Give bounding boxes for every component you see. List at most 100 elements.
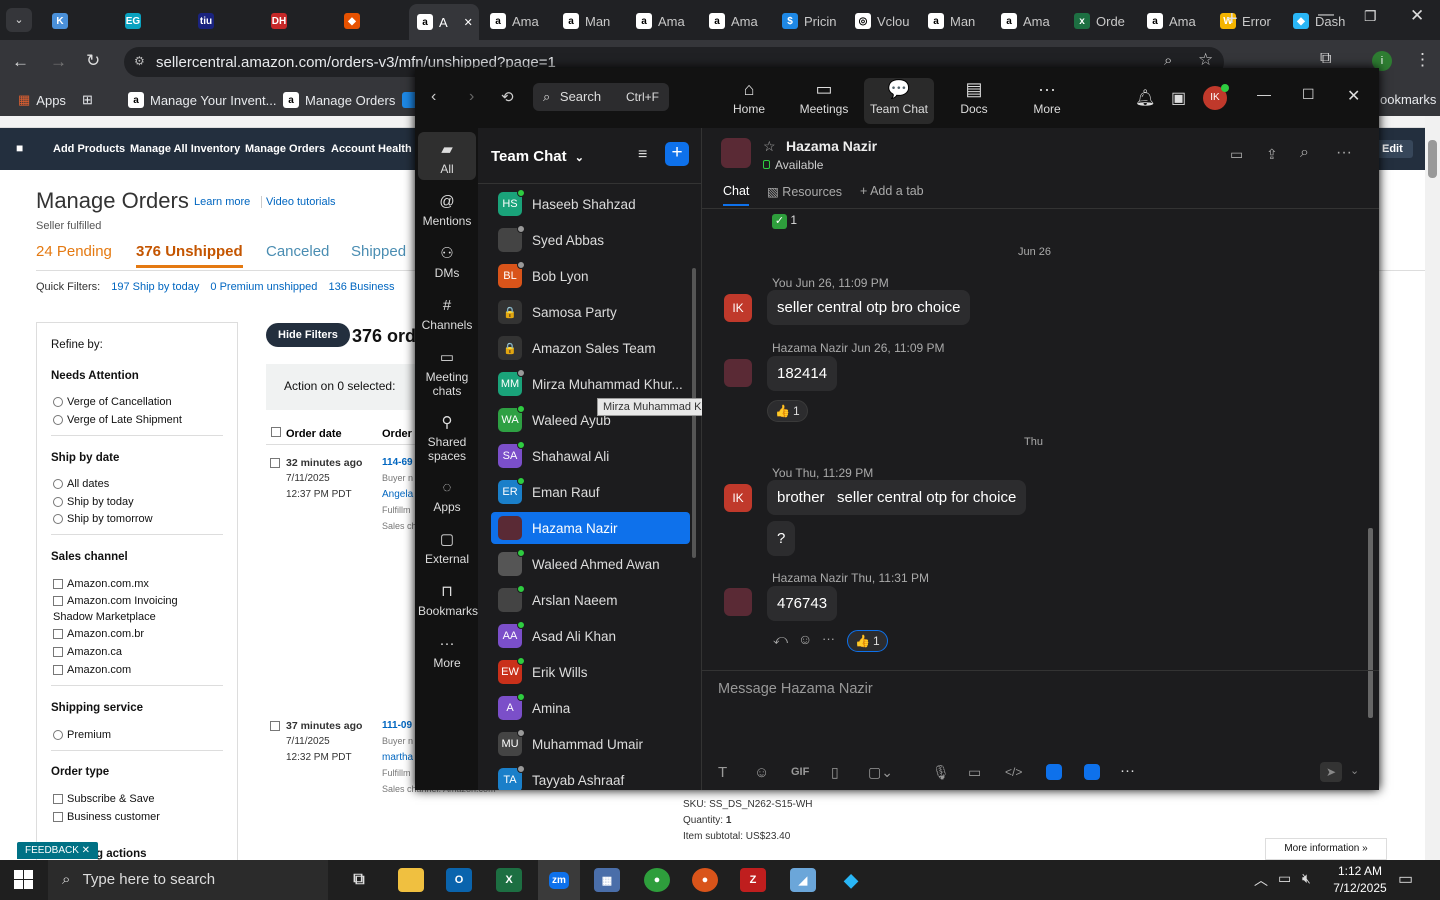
rail-meeting-chats[interactable]: ▭ Meeting chats: [418, 348, 476, 398]
contact-item[interactable]: TA Tayyab Ashraaf: [491, 764, 690, 790]
team-chat-dropdown[interactable]: Team Chat ⌄: [491, 148, 584, 165]
taskbar-search-box[interactable]: ⌕ Type here to search: [48, 860, 328, 900]
add-reaction-icon[interactable]: ☺: [798, 631, 812, 647]
nav-add-products[interactable]: Add Products: [53, 143, 125, 155]
contact-item[interactable]: Arslan Naeem: [491, 584, 690, 616]
message-bubble[interactable]: ?: [767, 521, 796, 556]
gif-button[interactable]: GIF: [791, 766, 809, 778]
feedback-button[interactable]: FEEDBACK ✕: [17, 842, 99, 859]
option-amazon-br[interactable]: Amazon.com.br: [53, 628, 144, 640]
all-bookmarks[interactable]: ookmarks: [1380, 92, 1436, 107]
rail-all[interactable]: ▰ All: [418, 132, 476, 180]
message-more-icon[interactable]: ···: [822, 631, 835, 646]
emoji-icon[interactable]: ☺: [754, 764, 769, 781]
tray-overflow-icon[interactable]: ︿: [1254, 870, 1268, 890]
zoom-search-box[interactable]: ⌕ Search Ctrl+F: [533, 83, 669, 111]
file-icon[interactable]: ▯: [831, 764, 839, 781]
chat-tab-resources[interactable]: ▧ Resources: [767, 184, 842, 199]
nav-manage-orders[interactable]: Manage Orders: [245, 143, 325, 155]
close-tab-icon[interactable]: ✕: [464, 16, 473, 29]
toolbar-more-icon[interactable]: ···: [1120, 762, 1135, 779]
bookmark-manage-inventory[interactable]: a Manage Your Invent...: [128, 92, 276, 108]
option-subscribe-save[interactable]: Subscribe & Save: [53, 793, 154, 805]
tab-home[interactable]: ⌂ Home: [714, 78, 784, 124]
contact-item[interactable]: Waleed Ahmed Awan: [491, 548, 690, 580]
contact-item[interactable]: Syed Abbas: [491, 224, 690, 256]
volume-icon[interactable]: 🔇︎: [1302, 870, 1311, 887]
task-view-icon[interactable]: ⧉: [346, 868, 372, 892]
chat-search-icon[interactable]: ⌕: [1300, 144, 1309, 162]
rail-channels[interactable]: # Channels: [418, 296, 476, 332]
format-text-icon[interactable]: T: [718, 764, 727, 781]
browser-tab[interactable]: $ Pricin: [774, 8, 844, 34]
buyer-name-link[interactable]: martha: [382, 752, 413, 763]
option-amazon-invoicing[interactable]: Amazon.com Invoicing: [53, 595, 178, 607]
browser-tab[interactable]: a Ama: [482, 8, 552, 34]
browser-tab[interactable]: a Ama: [701, 8, 771, 34]
page-scrollbar-track[interactable]: [1425, 116, 1440, 860]
browser-tab[interactable]: a Man: [920, 8, 990, 34]
contact-item[interactable]: MU Muhammad Umair: [491, 728, 690, 760]
tab-meetings[interactable]: ▭ Meetings: [789, 78, 859, 124]
tab-search-button[interactable]: ⌄: [6, 8, 32, 32]
reaction-chip[interactable]: 👍 1: [847, 630, 888, 652]
bookmark-pin-icon[interactable]: ■: [16, 141, 23, 155]
reply-icon[interactable]: ⤺: [773, 631, 788, 648]
rail-external[interactable]: ▢ External: [418, 530, 476, 566]
contact-item[interactable]: 🔒 Amazon Sales Team: [491, 332, 690, 364]
browser-menu-icon[interactable]: ⋮: [1414, 50, 1431, 70]
zoom-app-icon[interactable]: zm: [538, 860, 580, 900]
filezilla-icon[interactable]: Z: [740, 868, 766, 892]
tab-unshipped[interactable]: 376 Unshipped: [136, 243, 243, 268]
rail-shared-spaces[interactable]: ⚲ Shared spaces: [418, 413, 476, 463]
rail-dms[interactable]: ⚇ DMs: [418, 244, 476, 280]
option-verge-cancellation[interactable]: Verge of Cancellation: [53, 396, 172, 408]
chat-tab-chat[interactable]: Chat: [723, 184, 750, 206]
select-all-checkbox[interactable]: [271, 427, 281, 437]
maximize-browser-button[interactable]: ❐: [1364, 8, 1377, 25]
app-schedule-icon[interactable]: [1084, 764, 1100, 780]
page-scrollbar-thumb[interactable]: [1428, 140, 1437, 178]
minimize-browser-button[interactable]: —: [1318, 6, 1334, 24]
minimize-zoom-button[interactable]: —: [1257, 86, 1271, 102]
back-arrow-icon[interactable]: ‹: [431, 88, 436, 106]
excel-icon[interactable]: X: [496, 868, 522, 892]
outlook-icon[interactable]: O: [446, 868, 472, 892]
hide-filters-button[interactable]: Hide Filters: [266, 323, 350, 347]
reload-icon[interactable]: ↻: [86, 51, 100, 71]
maximize-zoom-button[interactable]: ☐: [1302, 86, 1315, 103]
option-amazon-ca[interactable]: Amazon.ca: [53, 646, 122, 658]
bookmark-grid[interactable]: ⊞: [82, 92, 93, 108]
tab-more[interactable]: ··· More: [1012, 78, 1082, 124]
message-bubble[interactable]: 182414: [767, 356, 838, 391]
browser-tab[interactable]: EG: [117, 8, 187, 34]
contact-item[interactable]: AA Asad Ali Khan: [491, 620, 690, 652]
screenshot-icon[interactable]: ▢⌄: [868, 764, 893, 781]
browser-tab[interactable]: W Error: [1212, 8, 1282, 34]
extensions-icon[interactable]: ⧉: [1320, 50, 1331, 68]
video-message-icon[interactable]: ▭: [968, 764, 981, 781]
option-ship-tomorrow[interactable]: Ship by tomorrow: [53, 513, 153, 525]
reaction-chip[interactable]: 👍 1: [767, 400, 808, 422]
rail-more[interactable]: ··· More: [418, 634, 476, 670]
tab-canceled[interactable]: Canceled: [266, 243, 329, 260]
notification-center-icon[interactable]: ▭: [1398, 869, 1413, 889]
browser-tab[interactable]: a Man: [555, 8, 625, 34]
option-ship-today[interactable]: Ship by today: [53, 496, 134, 508]
contact-item[interactable]: MM Mirza Muhammad Khur...: [491, 368, 690, 400]
clock[interactable]: 1:12 AM 7/12/2025: [1330, 863, 1390, 897]
contact-item[interactable]: ER Eman Rauf: [491, 476, 690, 508]
calculator-icon[interactable]: ▦: [594, 868, 620, 892]
rail-bookmarks[interactable]: ⊓ Bookmarks: [418, 582, 478, 618]
notifications-bell-icon[interactable]: 🔔︎: [1135, 88, 1155, 108]
forward-arrow-icon[interactable]: ›: [469, 88, 474, 106]
back-icon[interactable]: ←: [12, 52, 29, 72]
nav-account-health[interactable]: Account Health: [331, 143, 412, 155]
browser-tab[interactable]: a A ✕: [409, 4, 479, 40]
contact-item[interactable]: A Amina: [491, 692, 690, 724]
contact-item[interactable]: BL Bob Lyon: [491, 260, 690, 292]
share-screen-icon[interactable]: ⇪: [1266, 146, 1278, 163]
close-browser-button[interactable]: ✕: [1410, 6, 1424, 26]
browser-tab[interactable]: K: [44, 8, 114, 34]
browser-tab[interactable]: tiu: [190, 8, 260, 34]
